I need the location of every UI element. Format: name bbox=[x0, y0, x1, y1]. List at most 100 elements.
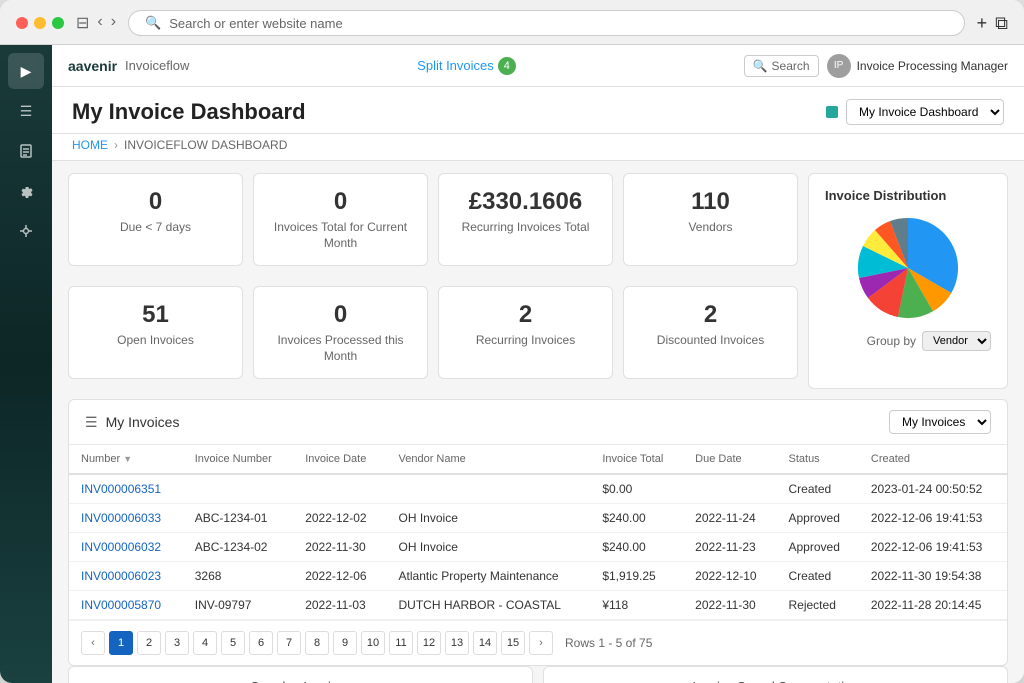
invoices-title: My Invoices bbox=[106, 414, 180, 430]
page-btn-4[interactable]: 4 bbox=[193, 631, 217, 655]
vendor-name-cell: Atlantic Property Maintenance bbox=[387, 562, 591, 591]
stat-due-7days: 0 Due < 7 days bbox=[68, 173, 243, 266]
table-row: INV000006032 ABC-1234-02 2022-11-30 OH I… bbox=[69, 533, 1007, 562]
col-status[interactable]: Status bbox=[777, 445, 859, 474]
address-bar[interactable]: 🔍 Search or enter website name bbox=[128, 10, 965, 36]
page-btn-9[interactable]: 9 bbox=[333, 631, 357, 655]
created-date-cell: 2023-01-24 00:50:52 bbox=[859, 474, 1007, 504]
split-invoices-label: Split Invoices bbox=[417, 58, 494, 73]
breadcrumb-home[interactable]: HOME bbox=[72, 138, 108, 152]
page-btn-8[interactable]: 8 bbox=[305, 631, 329, 655]
sidebar-item-document[interactable] bbox=[8, 133, 44, 169]
sidebar-item-integrations[interactable] bbox=[8, 213, 44, 249]
app-logo: aavenir bbox=[68, 58, 117, 74]
vendor-name-cell: OH Invoice bbox=[387, 533, 591, 562]
due-date-cell: 2022-11-24 bbox=[683, 504, 776, 533]
invoice-spend-label: Invoice Spend Segmentation bbox=[692, 679, 858, 683]
vendor-name-cell: DUTCH HARBOR - COASTAL bbox=[387, 591, 591, 620]
page-btn-6[interactable]: 6 bbox=[249, 631, 273, 655]
invoices-filter-select[interactable]: My Invoices All Invoices bbox=[889, 410, 991, 434]
invoice-number-link[interactable]: INV000006033 bbox=[69, 504, 183, 533]
close-button[interactable] bbox=[16, 17, 28, 29]
maximize-button[interactable] bbox=[52, 17, 64, 29]
col-invoice-date[interactable]: Invoice Date bbox=[293, 445, 386, 474]
sidebar-item-settings[interactable] bbox=[8, 173, 44, 209]
sidebar-item-home[interactable]: ▶ bbox=[8, 53, 44, 89]
col-number[interactable]: Number ▼ bbox=[69, 445, 183, 474]
sidebar-item-grid[interactable]: ☰ bbox=[8, 93, 44, 129]
stat-open-invoices-label: Open Invoices bbox=[85, 333, 226, 349]
page-btn-7[interactable]: 7 bbox=[277, 631, 301, 655]
add-tab-icon[interactable]: + bbox=[977, 13, 988, 34]
col-invoice-number[interactable]: Invoice Number bbox=[183, 445, 293, 474]
invoice-number-cell: 3268 bbox=[183, 562, 293, 591]
invoice-date-cell: 2022-11-30 bbox=[293, 533, 386, 562]
dashboard-select[interactable]: My Invoice Dashboard bbox=[846, 99, 1004, 125]
forward-icon[interactable]: › bbox=[111, 13, 116, 33]
group-by: Group by Vendor Status Date bbox=[825, 331, 991, 351]
stat-discounted-number: 2 bbox=[640, 301, 781, 329]
invoice-date-cell bbox=[293, 474, 386, 504]
invoice-number-link[interactable]: INV000006032 bbox=[69, 533, 183, 562]
address-text: Search or enter website name bbox=[169, 16, 342, 31]
stat-processed-label: Invoices Processed this Month bbox=[270, 333, 411, 364]
stat-open-invoices: 51 Open Invoices bbox=[68, 286, 243, 379]
invoice-number-link[interactable]: INV000006023 bbox=[69, 562, 183, 591]
chart-title: Invoice Distribution bbox=[825, 188, 991, 203]
col-created[interactable]: Created bbox=[859, 445, 1007, 474]
page-title-right: My Invoice Dashboard bbox=[826, 99, 1004, 125]
col-vendor-name[interactable]: Vendor Name bbox=[387, 445, 591, 474]
page-btn-15[interactable]: 15 bbox=[501, 631, 525, 655]
split-invoices-badge[interactable]: Split Invoices 4 bbox=[417, 57, 516, 75]
page-title: My Invoice Dashboard bbox=[72, 99, 306, 125]
invoice-number-link[interactable]: INV000005870 bbox=[69, 591, 183, 620]
col-due-date[interactable]: Due Date bbox=[683, 445, 776, 474]
page-btn-3[interactable]: 3 bbox=[165, 631, 189, 655]
dashboard-row: 0 Due < 7 days 0 Invoices Total for Curr… bbox=[68, 173, 1008, 389]
invoice-number-cell: ABC-1234-01 bbox=[183, 504, 293, 533]
stat-open-invoices-number: 51 bbox=[85, 301, 226, 329]
sidebar-toggle-icon[interactable]: ⊟ bbox=[76, 13, 89, 33]
table-row: INV000006351 $0.00 Created 2023-01-24 00… bbox=[69, 474, 1007, 504]
status-badge: Rejected bbox=[777, 591, 859, 620]
pie-chart-container bbox=[825, 213, 991, 323]
stats-row-1: 0 Due < 7 days 0 Invoices Total for Curr… bbox=[68, 173, 798, 266]
browser-chrome: ⊟ ‹ › 🔍 Search or enter website name + ⧉ bbox=[0, 0, 1024, 45]
page-btn-10[interactable]: 10 bbox=[361, 631, 385, 655]
invoice-total-cell: $240.00 bbox=[590, 504, 683, 533]
due-date-cell bbox=[683, 474, 776, 504]
page-btn-11[interactable]: 11 bbox=[389, 631, 413, 655]
invoice-number-link[interactable]: INV000006351 bbox=[69, 474, 183, 504]
search-input[interactable]: 🔍 Search bbox=[744, 55, 819, 77]
page-btn-1[interactable]: 1 bbox=[109, 631, 133, 655]
invoice-number-cell bbox=[183, 474, 293, 504]
back-icon[interactable]: ‹ bbox=[97, 13, 102, 33]
overdue-invoices-label: Overdue Invoices bbox=[250, 679, 351, 683]
stat-due-7days-number: 0 bbox=[85, 188, 226, 216]
created-date-cell: 2022-11-28 20:14:45 bbox=[859, 591, 1007, 620]
page-btn-2[interactable]: 2 bbox=[137, 631, 161, 655]
top-bar-center: Split Invoices 4 bbox=[417, 57, 516, 75]
app-container: ▶ ☰ bbox=[0, 45, 1024, 683]
stat-vendors-number: 110 bbox=[640, 188, 781, 216]
app-name: Invoiceflow bbox=[125, 58, 189, 73]
bottom-sections: Overdue Invoices Invoice Spend Segmentat… bbox=[68, 666, 1008, 683]
breadcrumb-current: INVOICEFLOW DASHBOARD bbox=[124, 138, 287, 152]
col-invoice-total[interactable]: Invoice Total bbox=[590, 445, 683, 474]
tabs-icon[interactable]: ⧉ bbox=[995, 13, 1008, 34]
page-btn-13[interactable]: 13 bbox=[445, 631, 469, 655]
page-btn-14[interactable]: 14 bbox=[473, 631, 497, 655]
stat-discounted-label: Discounted Invoices bbox=[640, 333, 781, 349]
page-btn-5[interactable]: 5 bbox=[221, 631, 245, 655]
due-date-cell: 2022-12-10 bbox=[683, 562, 776, 591]
invoice-number-cell: INV-09797 bbox=[183, 591, 293, 620]
minimize-button[interactable] bbox=[34, 17, 46, 29]
prev-page-button[interactable]: ‹ bbox=[81, 631, 105, 655]
user-role: Invoice Processing Manager bbox=[857, 59, 1008, 73]
page-btn-12[interactable]: 12 bbox=[417, 631, 441, 655]
created-date-cell: 2022-12-06 19:41:53 bbox=[859, 533, 1007, 562]
invoices-header-left: ☰ My Invoices bbox=[85, 414, 179, 431]
stats-row-2: 51 Open Invoices 0 Invoices Processed th… bbox=[68, 286, 798, 379]
group-by-select[interactable]: Vendor Status Date bbox=[922, 331, 991, 351]
next-page-button[interactable]: › bbox=[529, 631, 553, 655]
